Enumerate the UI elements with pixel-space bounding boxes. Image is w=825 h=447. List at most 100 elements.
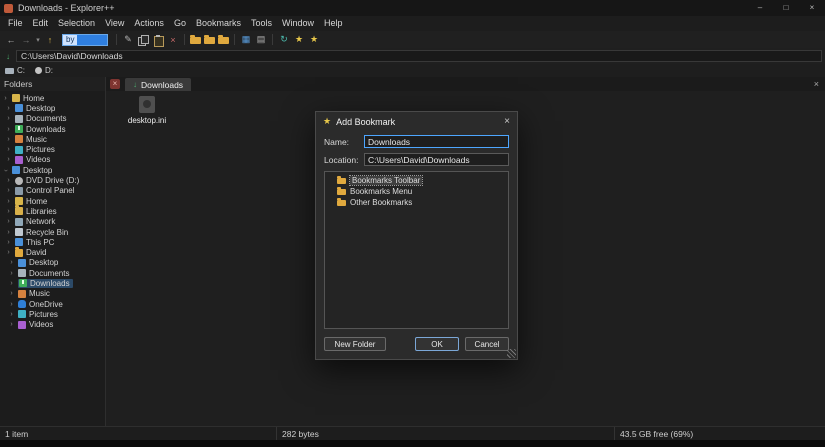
bookmark-location-input[interactable] (364, 153, 509, 166)
chevron-right-icon[interactable]: › (5, 218, 12, 225)
forward-icon[interactable]: → (20, 35, 32, 45)
chevron-right-icon[interactable]: › (5, 208, 12, 215)
tree-item[interactable]: › Documents (0, 268, 105, 278)
move-to-folder-icon[interactable] (218, 34, 229, 44)
tab-downloads[interactable]: ↓ Downloads (125, 78, 192, 91)
rename-icon[interactable]: ✎ (122, 34, 134, 45)
new-folder-button[interactable]: New Folder (324, 337, 386, 351)
chevron-right-icon[interactable]: › (5, 136, 12, 143)
tree-item[interactable]: › DVD Drive (D:) (0, 175, 105, 185)
bookmark-folder-list[interactable]: Bookmarks Toolbar Bookmarks Menu Other B… (324, 171, 509, 329)
chevron-right-icon[interactable]: › (5, 229, 12, 236)
chevron-right-icon[interactable]: › (5, 249, 12, 256)
menu-tools[interactable]: Tools (246, 16, 277, 31)
resize-grip[interactable] (507, 349, 516, 358)
chevron-right-icon[interactable]: › (5, 146, 12, 153)
add-bookmark-icon[interactable]: ★ (293, 34, 305, 45)
tree-item[interactable]: › Desktop (0, 258, 105, 268)
tree-item[interactable]: › Network (0, 217, 105, 227)
bookmark-folder-item[interactable]: Bookmarks Menu (325, 186, 508, 197)
toolbar-edit-box[interactable]: by (62, 33, 108, 46)
bookmark-folder-item[interactable]: Other Bookmarks (325, 197, 508, 208)
tree-item[interactable]: › Desktop (0, 165, 105, 175)
back-icon[interactable]: ← (5, 35, 17, 45)
tree-item[interactable]: › This PC (0, 237, 105, 247)
chevron-right-icon[interactable]: › (8, 280, 15, 287)
chevron-right-icon[interactable]: › (5, 105, 12, 112)
address-input[interactable] (16, 50, 822, 62)
desktop-icon (15, 104, 23, 113)
chevron-right-icon[interactable]: › (5, 115, 12, 122)
menu-view[interactable]: View (100, 16, 129, 31)
tree-item-label: Downloads (26, 124, 66, 134)
forward-dropdown-icon[interactable]: ▾ (35, 36, 41, 44)
menu-help[interactable]: Help (319, 16, 348, 31)
menu-go[interactable]: Go (169, 16, 191, 31)
dialog-titlebar[interactable]: ★ Add Bookmark × (316, 112, 517, 131)
tree-item[interactable]: › Downloads (0, 124, 105, 134)
tree-item[interactable]: › Pictures (0, 309, 105, 319)
tree-item[interactable]: › Videos (0, 320, 105, 330)
minimize-button[interactable]: – (747, 0, 773, 16)
name-label: Name: (324, 136, 350, 147)
chevron-right-icon[interactable]: › (5, 187, 12, 194)
chevron-right-icon[interactable]: › (8, 311, 15, 318)
menu-file[interactable]: File (3, 16, 28, 31)
manage-bookmarks-icon[interactable]: ★ (308, 34, 320, 45)
titlebar[interactable]: Downloads - Explorer++ – □ × (0, 0, 825, 16)
chevron-right-icon[interactable]: › (8, 321, 15, 328)
copy-icon[interactable] (137, 34, 149, 46)
maximize-button[interactable]: □ (773, 0, 799, 16)
paste-icon[interactable] (152, 34, 164, 47)
close-tab-button[interactable]: × (814, 79, 819, 89)
up-icon[interactable]: ↑ (44, 35, 56, 45)
views-icon[interactable]: ▦ (240, 34, 252, 45)
chevron-down-icon[interactable]: › (2, 167, 9, 174)
details-view-icon[interactable]: ▤ (255, 34, 267, 45)
tree-item[interactable]: › Home (0, 93, 105, 103)
chevron-right-icon[interactable]: › (8, 301, 15, 308)
close-button[interactable]: × (799, 0, 825, 16)
chevron-right-icon[interactable]: › (8, 290, 15, 297)
chevron-right-icon[interactable]: › (5, 126, 12, 133)
tree-item-selected[interactable]: › Downloads (0, 278, 105, 288)
cancel-button[interactable]: Cancel (465, 337, 509, 351)
tree-item[interactable]: › Desktop (0, 103, 105, 113)
close-folders-pane-button[interactable]: × (110, 79, 120, 89)
tree-item[interactable]: › Videos (0, 155, 105, 165)
tree-item[interactable]: › Documents (0, 114, 105, 124)
menu-selection[interactable]: Selection (53, 16, 100, 31)
tree-item[interactable]: › Music (0, 134, 105, 144)
chevron-right-icon[interactable]: › (5, 198, 12, 205)
copy-to-folder-icon[interactable] (204, 34, 215, 44)
menu-edit[interactable]: Edit (28, 16, 54, 31)
chevron-right-icon[interactable]: › (2, 95, 9, 102)
dialog-close-button[interactable]: × (504, 116, 510, 127)
menu-bookmarks[interactable]: Bookmarks (191, 16, 246, 31)
bookmark-name-input[interactable] (364, 135, 509, 148)
tree-item[interactable]: › David (0, 246, 105, 257)
chevron-right-icon[interactable]: › (5, 177, 12, 184)
tree-item[interactable]: › OneDrive (0, 299, 105, 309)
refresh-icon[interactable]: ↻ (278, 34, 290, 45)
chevron-right-icon[interactable]: › (5, 239, 12, 246)
new-folder-icon[interactable] (190, 34, 201, 44)
tree-item-label: Home (23, 93, 45, 103)
tree-item[interactable]: › Music (0, 289, 105, 299)
menu-window[interactable]: Window (277, 16, 319, 31)
tree-item[interactable]: › Recycle Bin (0, 227, 105, 237)
bookmark-folder-item[interactable]: Bookmarks Toolbar (325, 175, 508, 186)
tree-item[interactable]: › Control Panel (0, 186, 105, 196)
tree-item[interactable]: › Libraries (0, 205, 105, 216)
tree-item[interactable]: › Pictures (0, 144, 105, 154)
drive-c-button[interactable]: C: (5, 66, 25, 75)
chevron-right-icon[interactable]: › (5, 156, 12, 163)
add-bookmark-dialog: ★ Add Bookmark × Name: Location: Bookmar… (315, 111, 518, 360)
delete-icon[interactable]: × (167, 35, 179, 45)
menu-actions[interactable]: Actions (129, 16, 169, 31)
chevron-right-icon[interactable]: › (8, 259, 15, 266)
chevron-right-icon[interactable]: › (8, 270, 15, 277)
ok-button[interactable]: OK (415, 337, 459, 351)
file-desktop-ini[interactable]: desktop.ini (120, 96, 174, 125)
drive-d-button[interactable]: D: (35, 66, 53, 75)
